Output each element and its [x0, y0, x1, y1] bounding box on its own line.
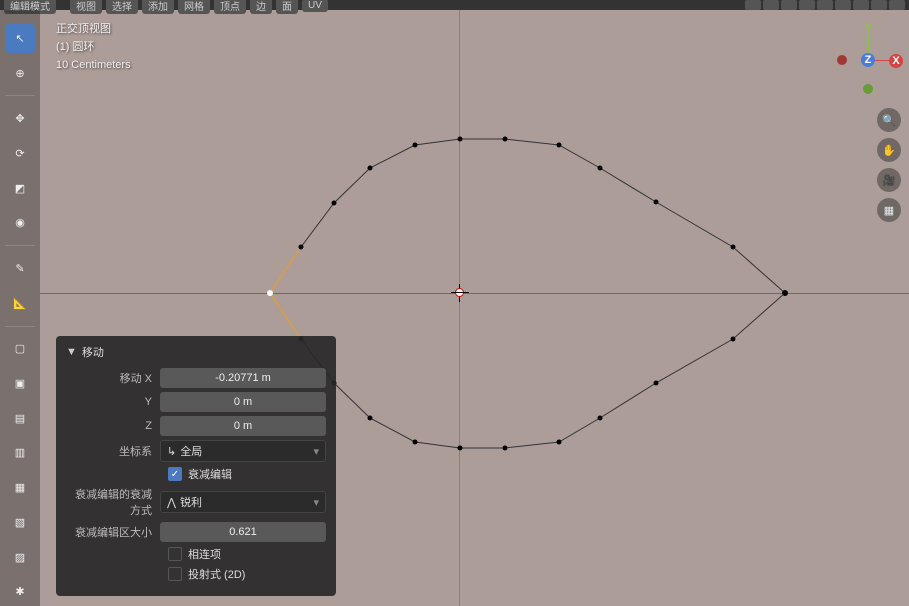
header-right-icon[interactable]: [889, 0, 905, 10]
tool-select[interactable]: ↖: [5, 24, 35, 53]
panel-header[interactable]: ▼ 移动: [66, 344, 326, 360]
pan-icon[interactable]: ✋: [877, 138, 901, 162]
menu-edge[interactable]: 边: [250, 0, 272, 14]
nav-gizmo[interactable]: Y X Z: [833, 22, 903, 92]
zoom-icon[interactable]: 🔍: [877, 108, 901, 132]
label-prop-edit: 衰减编辑: [188, 466, 232, 482]
field-move-y[interactable]: 0 m: [160, 392, 326, 412]
field-size[interactable]: 0.621: [160, 522, 326, 542]
field-move-z[interactable]: 0 m: [160, 416, 326, 436]
select-orientation[interactable]: ↳全局: [160, 440, 326, 462]
label-projected: 投射式 (2D): [188, 566, 245, 582]
label-move-y: Y: [66, 396, 160, 408]
header-right-icon[interactable]: [745, 0, 761, 10]
tool-inset[interactable]: ▤: [5, 404, 35, 433]
menu-face[interactable]: 面: [276, 0, 298, 14]
menu-vertex[interactable]: 顶点: [214, 0, 246, 14]
panel-title: 移动: [82, 344, 104, 360]
view-title: 正交顶视图: [56, 20, 131, 38]
falloff-icon: ⋀: [167, 496, 176, 509]
menu-add[interactable]: 添加: [142, 0, 174, 14]
header-right-icon[interactable]: [871, 0, 887, 10]
tool-transform[interactable]: ◉: [5, 208, 35, 237]
view-object: (1) 圆环: [56, 38, 131, 56]
tool-bevel[interactable]: ▥: [5, 439, 35, 468]
viewport-info: 正交顶视图 (1) 圆环 10 Centimeters: [56, 20, 131, 74]
tool-addcube[interactable]: ▢: [5, 334, 35, 363]
label-falloff: 衰减编辑的衰减方式: [66, 486, 160, 518]
tool-cursor[interactable]: ⊕: [5, 59, 35, 88]
toolbar: ↖ ⊕ ✥ ⟳ ◩ ◉ ✎ 📐 ▢ ▣ ▤ ▥ ▦ ▧ ▨ ✱: [0, 10, 40, 606]
header-right-icon[interactable]: [817, 0, 833, 10]
label-connected: 相连项: [188, 546, 221, 562]
tool-spin[interactable]: ✱: [5, 577, 35, 606]
field-move-x[interactable]: -0.20771 m: [160, 368, 326, 388]
label-size: 衰减编辑区大小: [66, 524, 160, 540]
select-falloff[interactable]: ⋀锐利: [160, 491, 326, 513]
tool-scale[interactable]: ◩: [5, 174, 35, 203]
camera-icon[interactable]: 🎥: [877, 168, 901, 192]
header-right-icon[interactable]: [799, 0, 815, 10]
tool-rotate[interactable]: ⟳: [5, 139, 35, 168]
tool-measure[interactable]: 📐: [5, 289, 35, 318]
tool-extrude[interactable]: ▣: [5, 369, 35, 398]
tool-move[interactable]: ✥: [5, 104, 35, 133]
tool-annotate[interactable]: ✎: [5, 254, 35, 283]
grid-icon[interactable]: ▦: [877, 198, 901, 222]
checkbox-projected[interactable]: [168, 567, 182, 581]
menu-mesh[interactable]: 网格: [178, 0, 210, 14]
header-bar: 编辑模式 视图 选择 添加 网格 顶点 边 面 UV: [0, 0, 909, 10]
viewport-side-controls: 🔍 ✋ 🎥 ▦: [877, 108, 901, 222]
view-scale: 10 Centimeters: [56, 56, 131, 74]
axis-x-line: [40, 293, 909, 294]
tool-loopcut[interactable]: ▦: [5, 473, 35, 502]
menu-select[interactable]: 选择: [106, 0, 138, 14]
header-right-icon[interactable]: [853, 0, 869, 10]
orient-icon: ↳: [167, 445, 176, 458]
label-orient: 坐标系: [66, 443, 160, 459]
tool-polybuild[interactable]: ▨: [5, 543, 35, 572]
menu-uv[interactable]: UV: [302, 0, 328, 12]
header-right-icon[interactable]: [835, 0, 851, 10]
label-move-z: Z: [66, 420, 160, 432]
label-move-x: 移动 X: [66, 370, 160, 386]
tool-knife[interactable]: ▧: [5, 508, 35, 537]
checkbox-prop-edit[interactable]: [168, 467, 182, 481]
header-right-icon[interactable]: [781, 0, 797, 10]
menu-view[interactable]: 视图: [70, 0, 102, 14]
axis-y-line: [459, 10, 460, 606]
checkbox-connected[interactable]: [168, 547, 182, 561]
header-right-icon[interactable]: [763, 0, 779, 10]
operator-panel: ▼ 移动 移动 X-0.20771 m Y0 m Z0 m 坐标系↳全局 衰减编…: [56, 336, 336, 596]
3d-cursor: [451, 284, 469, 302]
panel-collapse-icon[interactable]: ▼: [66, 346, 77, 358]
